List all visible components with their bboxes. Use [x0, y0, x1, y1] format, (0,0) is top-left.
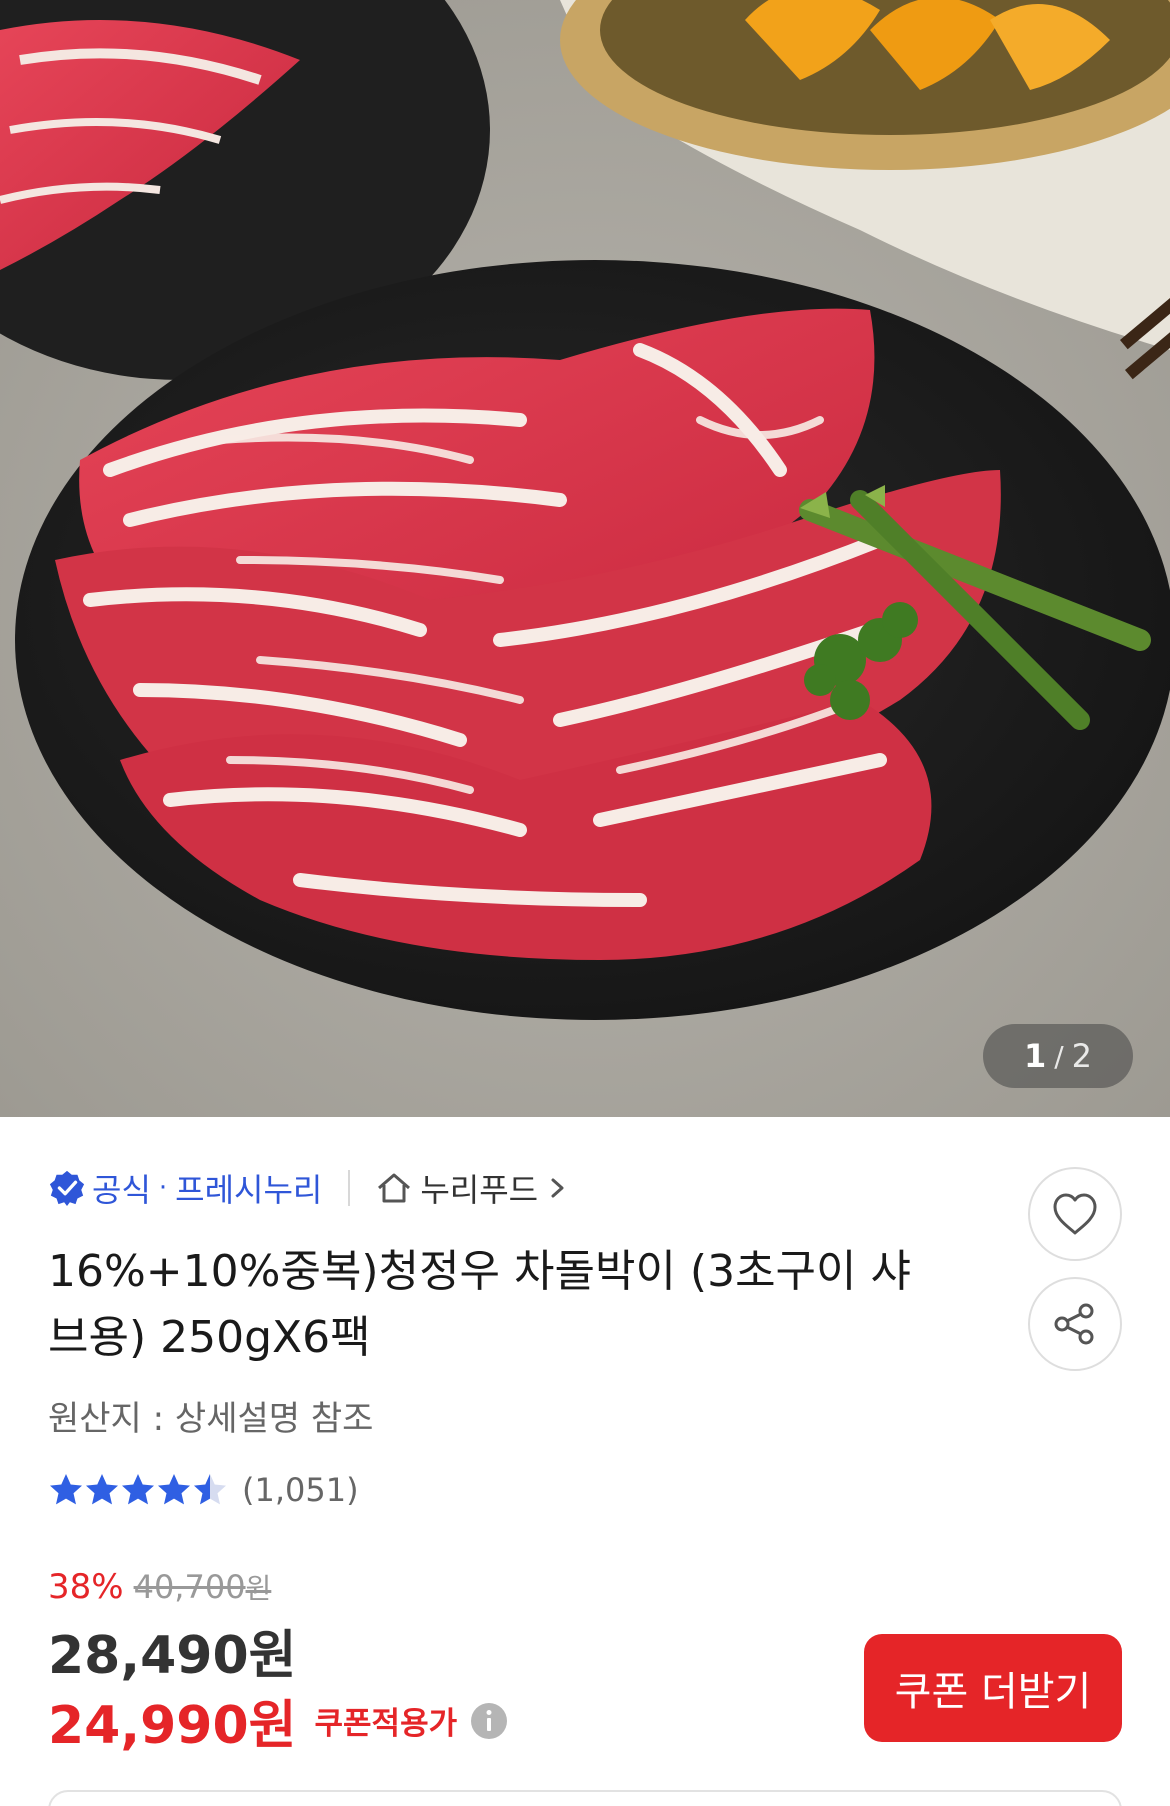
star-icon	[122, 1474, 154, 1505]
brand-link[interactable]: 프레시누리	[175, 1165, 322, 1211]
divider	[348, 1170, 351, 1206]
coupon-price: 24,990원	[48, 1696, 297, 1756]
discount-row: 38% 40,700원	[48, 1567, 271, 1607]
product-title: 16%+10%중복)청정우 차돌박이 (3초구이 샤브용) 250gX6팩	[48, 1246, 911, 1363]
discount-rate: 38%	[48, 1567, 124, 1607]
star-icon	[50, 1474, 82, 1505]
share-button[interactable]	[1028, 1277, 1122, 1371]
original-price-value: 40,700	[133, 1568, 246, 1606]
store-link[interactable]: 누리푸드	[420, 1165, 538, 1211]
star-half-icon	[194, 1474, 226, 1505]
product-image[interactable]: 1 / 2	[0, 0, 1170, 1117]
coupon-price-label: 쿠폰적용가	[314, 1706, 458, 1742]
page-separator: /	[1054, 1039, 1064, 1073]
seller-row: 공식 · 프레시누리 누리푸드	[48, 1164, 570, 1212]
share-icon	[1054, 1303, 1094, 1345]
seller-dot: ·	[158, 1173, 168, 1203]
star-icon	[158, 1474, 190, 1505]
star-icon	[86, 1474, 118, 1505]
coupon-price-row: 24,990원 쿠폰적용가	[48, 1683, 509, 1758]
chevron-right-icon[interactable]	[546, 1174, 570, 1202]
original-price-unit: 원	[245, 1572, 272, 1605]
original-price: 40,700원	[134, 1567, 272, 1607]
rating-row[interactable]: (1,051)	[48, 1468, 359, 1512]
option-select-box[interactable]	[48, 1790, 1122, 1806]
product-origin: 원산지 : 상세설명 참조	[48, 1399, 374, 1439]
sale-price: 28,490원	[48, 1626, 297, 1686]
total-pages: 2	[1071, 1037, 1093, 1075]
info-icon[interactable]	[469, 1701, 509, 1741]
verified-badge-icon	[49, 1170, 85, 1207]
image-page-counter: 1 / 2	[983, 1024, 1133, 1088]
heart-icon	[1053, 1193, 1097, 1235]
product-photo	[0, 0, 1170, 1117]
review-count[interactable]: (1,051)	[242, 1471, 359, 1509]
official-label[interactable]: 공식	[92, 1165, 151, 1211]
home-icon[interactable]	[374, 1168, 414, 1208]
rating-stars	[48, 1472, 228, 1508]
get-more-coupons-button[interactable]: 쿠폰 더받기	[864, 1634, 1122, 1742]
wishlist-button[interactable]	[1028, 1167, 1122, 1261]
current-page: 1	[1023, 1037, 1047, 1075]
